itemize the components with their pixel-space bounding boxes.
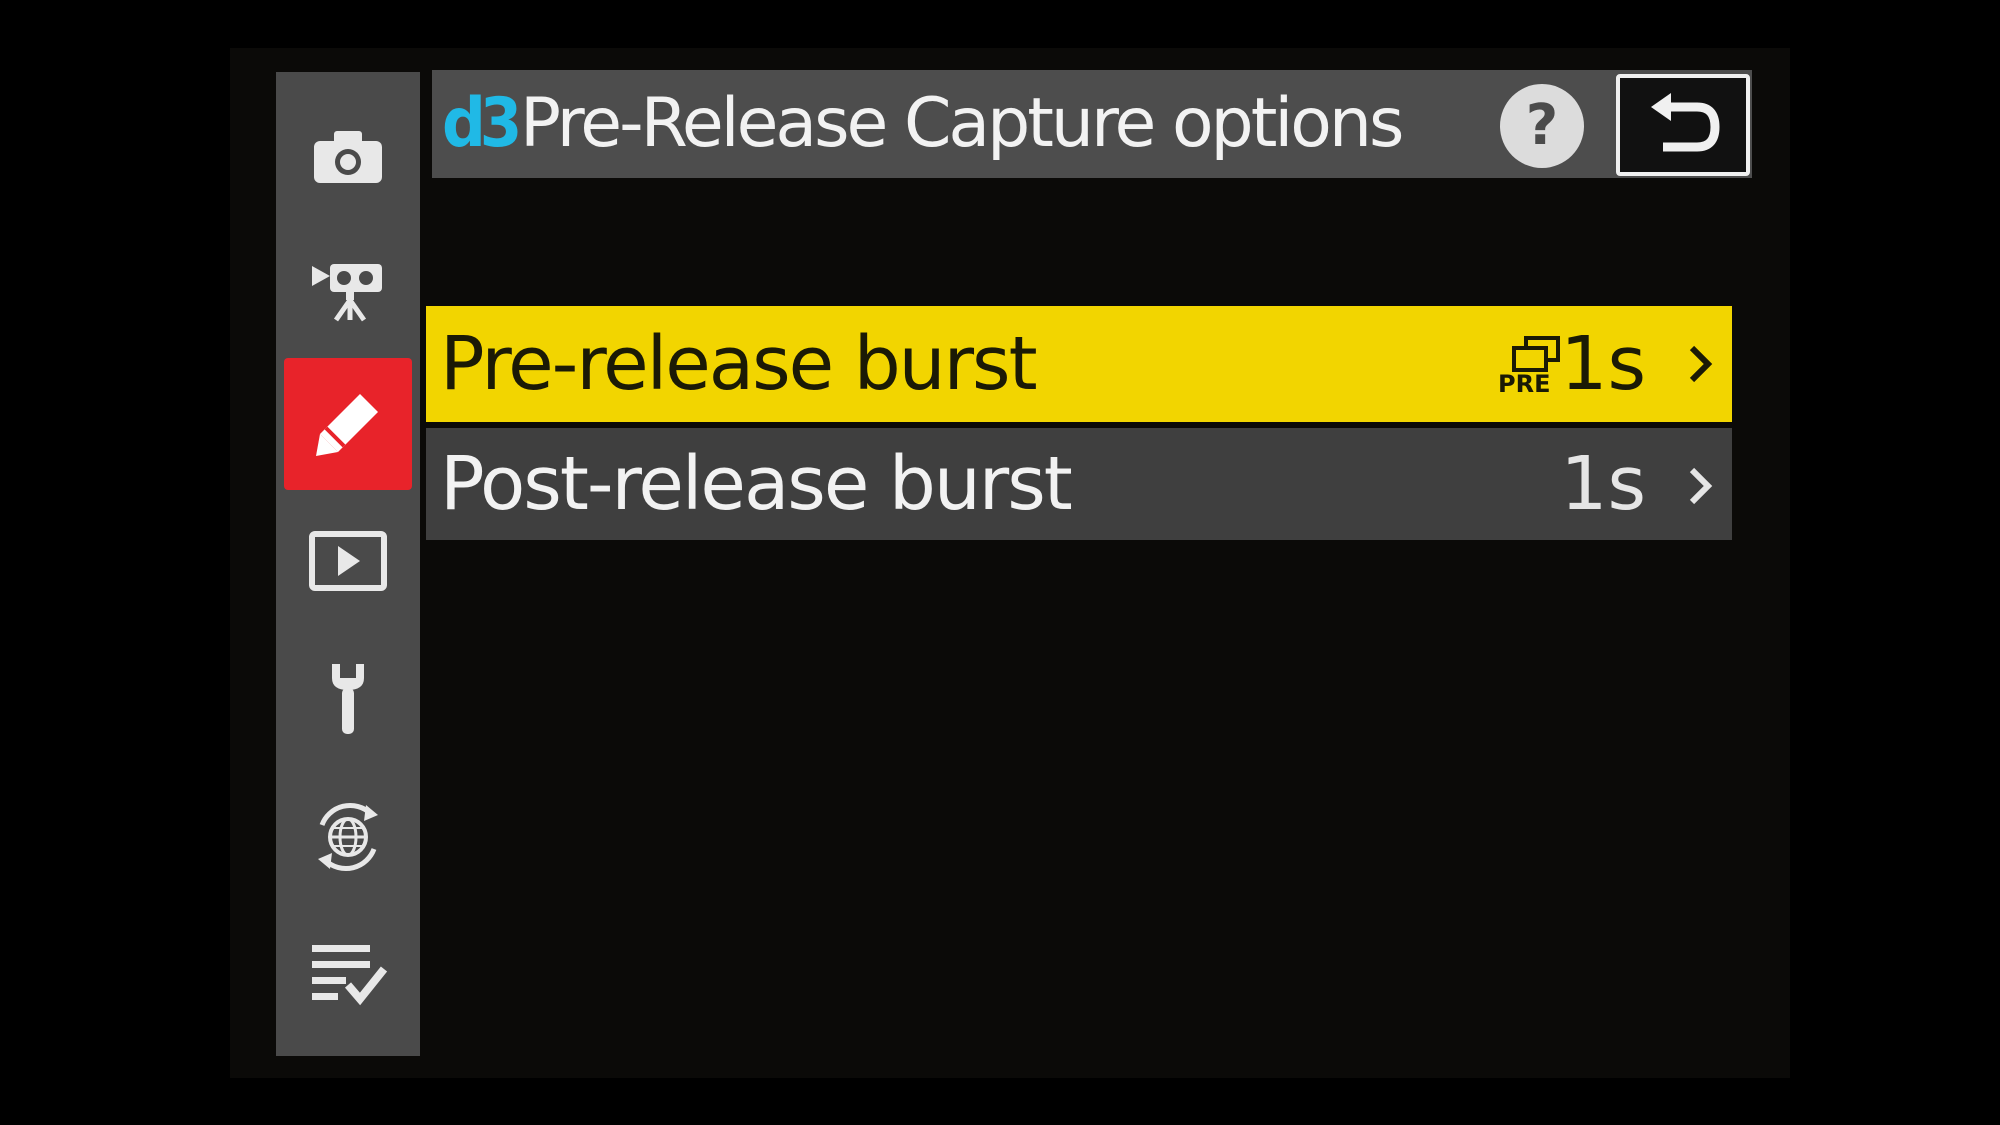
menu-item-label: Pre-release burst: [440, 321, 1038, 407]
playback-icon: [309, 531, 387, 591]
list-check-icon: [312, 945, 388, 1006]
menu-item-value: 1s: [1560, 321, 1646, 407]
back-button[interactable]: [1616, 74, 1750, 176]
sidebar-item-video-recording[interactable]: [282, 224, 414, 354]
help-button[interactable]: ?: [1500, 84, 1584, 168]
menu-item-label: Post-release burst: [440, 441, 1073, 527]
sidebar-item-network[interactable]: [282, 772, 414, 902]
menu-item-post-release-burst[interactable]: Post-release burst 1s: [426, 428, 1732, 540]
video-camera-icon: [312, 264, 382, 322]
camera-icon: [314, 131, 382, 183]
menu-item-value: 1s: [1560, 441, 1646, 527]
pre-burst-icon: PRE: [1498, 336, 1560, 396]
pre-burst-icon-label: PRE: [1498, 370, 1550, 396]
menu-code-badge: d3: [442, 84, 522, 163]
chevron-right-icon: [1689, 345, 1713, 383]
chevron-right-icon: [1689, 467, 1713, 505]
sidebar-item-photo-shooting[interactable]: [282, 92, 414, 222]
wrench-icon: [332, 664, 364, 734]
menu-sidebar: [276, 72, 420, 1056]
sidebar-item-my-menu[interactable]: [282, 908, 414, 1038]
menu-item-pre-release-burst[interactable]: Pre-release burst PRE 1s: [426, 306, 1732, 422]
sidebar-item-custom-settings[interactable]: [284, 358, 412, 490]
page-title: Pre-Release Capture options: [520, 84, 1404, 163]
globe-icon: [318, 802, 378, 872]
back-arrow-icon: [1651, 93, 1720, 152]
menu-header: d3 Pre-Release Capture options ?: [432, 70, 1752, 178]
sidebar-item-setup[interactable]: [282, 634, 414, 764]
camera-screen: [230, 48, 1790, 1078]
sidebar-item-playback[interactable]: [282, 496, 414, 626]
pencil-icon: [316, 394, 378, 456]
help-icon: ?: [1525, 93, 1559, 158]
